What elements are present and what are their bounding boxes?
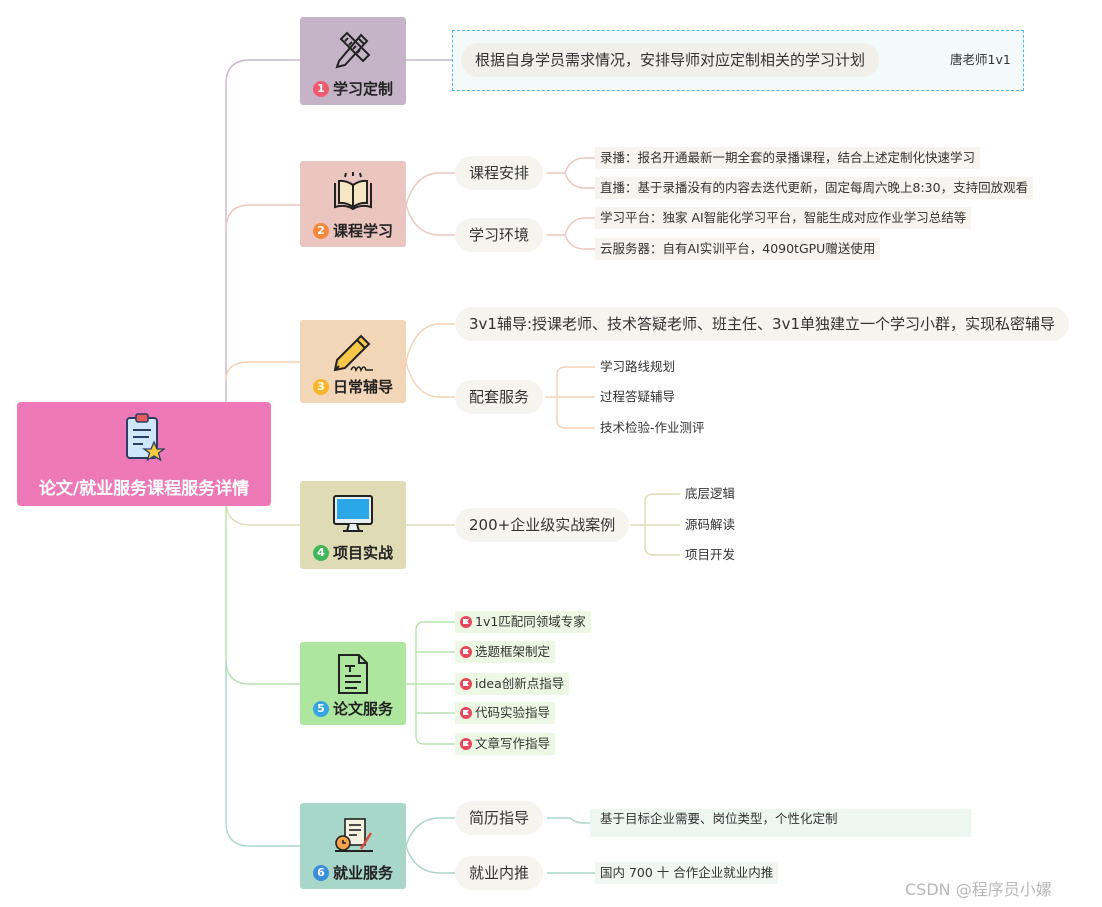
learning-platform-leaf[interactable]: 学习平台：独家 AI智能化学习平台，智能生成对应作业学习总结等: [595, 207, 972, 229]
branch-label: 项目实战: [332, 544, 393, 562]
paper-service-leaf[interactable]: idea创新点指导: [455, 673, 570, 695]
referral-leaf[interactable]: 国内 700 十 合作企业就业内推: [595, 862, 779, 884]
live-course-leaf[interactable]: 直播：基于录播没有的内容去迭代更新，固定每周六晚上8:30，支持回放观看: [595, 177, 1034, 199]
branch-employment-service[interactable]: 6 就业服务: [300, 803, 406, 889]
study-plan-node[interactable]: 根据自身学员需求情况，安排导师对应定制相关的学习计划: [461, 43, 880, 77]
tutor-tag[interactable]: 唐老师1v1: [945, 49, 1016, 71]
monitor-icon: [333, 495, 373, 532]
desk-tools-icon: [335, 818, 373, 852]
qa-tutoring-leaf[interactable]: 过程答疑辅导: [595, 386, 680, 408]
flag-icon: [460, 678, 472, 690]
number-badge: 3: [312, 379, 329, 395]
recorded-course-leaf[interactable]: 录播：报名开通最新一期全套的录播课程，结合上述定制化快速学习: [595, 147, 981, 169]
branch-label: 课程学习: [332, 222, 393, 240]
paper-service-leaf[interactable]: 代码实验指导: [455, 702, 556, 724]
number-badge: 2: [312, 223, 329, 239]
flag-icon: [460, 707, 472, 719]
course-schedule-node[interactable]: 课程安排: [455, 156, 544, 190]
source-reading-leaf[interactable]: 源码解读: [680, 514, 740, 536]
clipboard-star-icon: [126, 413, 165, 462]
enterprise-cases-node[interactable]: 200+企业级实战案例: [455, 508, 630, 542]
branch-daily-tutoring[interactable]: 3 日常辅导: [300, 320, 406, 403]
open-book-icon: [334, 172, 372, 211]
branch-label: 论文服务: [332, 700, 393, 718]
branch-project-practice[interactable]: 4 项目实战: [300, 481, 406, 569]
job-referral-node[interactable]: 就业内推: [455, 856, 544, 890]
branch-label: 日常辅导: [332, 378, 393, 396]
branch-label: 学习定制: [332, 80, 393, 98]
number-badge: 1: [312, 81, 329, 97]
flag-icon: [460, 738, 472, 750]
route-planning-leaf[interactable]: 学习路线规划: [595, 356, 680, 378]
pencil-ruler-icon: [335, 31, 371, 69]
number-badge: 6: [312, 865, 329, 881]
support-services-node[interactable]: 配套服务: [455, 380, 544, 414]
project-dev-leaf[interactable]: 项目开发: [680, 544, 740, 566]
number-badge: 5: [312, 701, 329, 717]
learning-env-node[interactable]: 学习环境: [455, 218, 544, 252]
pencil-writing-icon: [333, 334, 373, 373]
3v1-tutoring-node[interactable]: 3v1辅导:授课老师、技术答疑老师、班主任、3v1单独建立一个学习小群，实现私密…: [455, 307, 1069, 341]
document-icon: [338, 654, 368, 694]
root-label: 论文/就业服务课程服务详情: [38, 479, 250, 499]
flag-icon: [460, 616, 472, 628]
number-badge: 4: [312, 545, 329, 561]
watermark: CSDN @程序员小嫘: [905, 880, 1052, 899]
mind-map-canvas: 论文/就业服务课程服务详情 1 学习定制 根据自身学员需求情况，安排导师对应定制相…: [0, 0, 1102, 907]
branch-course-study[interactable]: 2 课程学习: [300, 161, 406, 247]
paper-service-leaf[interactable]: 文章写作指导: [455, 733, 556, 755]
homework-eval-leaf[interactable]: 技术检验-作业测评: [595, 417, 710, 439]
resume-guidance-node[interactable]: 简历指导: [455, 801, 544, 835]
branch-label: 就业服务: [332, 864, 393, 882]
paper-service-leaf[interactable]: 选题框架制定: [455, 641, 556, 663]
branch-paper-service[interactable]: 5 论文服务: [300, 642, 406, 725]
branch-study-plan[interactable]: 1 学习定制: [300, 17, 406, 105]
flag-icon: [460, 646, 472, 658]
cloud-server-leaf[interactable]: 云服务器：自有AI实训平台，4090tGPU赠送使用: [595, 238, 881, 260]
root-topic[interactable]: 论文/就业服务课程服务详情: [17, 402, 271, 506]
logic-leaf[interactable]: 底层逻辑: [680, 483, 740, 505]
paper-service-leaf[interactable]: 1v1匹配同领域专家: [455, 611, 591, 633]
resume-leaf[interactable]: 基于目标企业需要、岗位类型，个性化定制: [595, 808, 843, 830]
